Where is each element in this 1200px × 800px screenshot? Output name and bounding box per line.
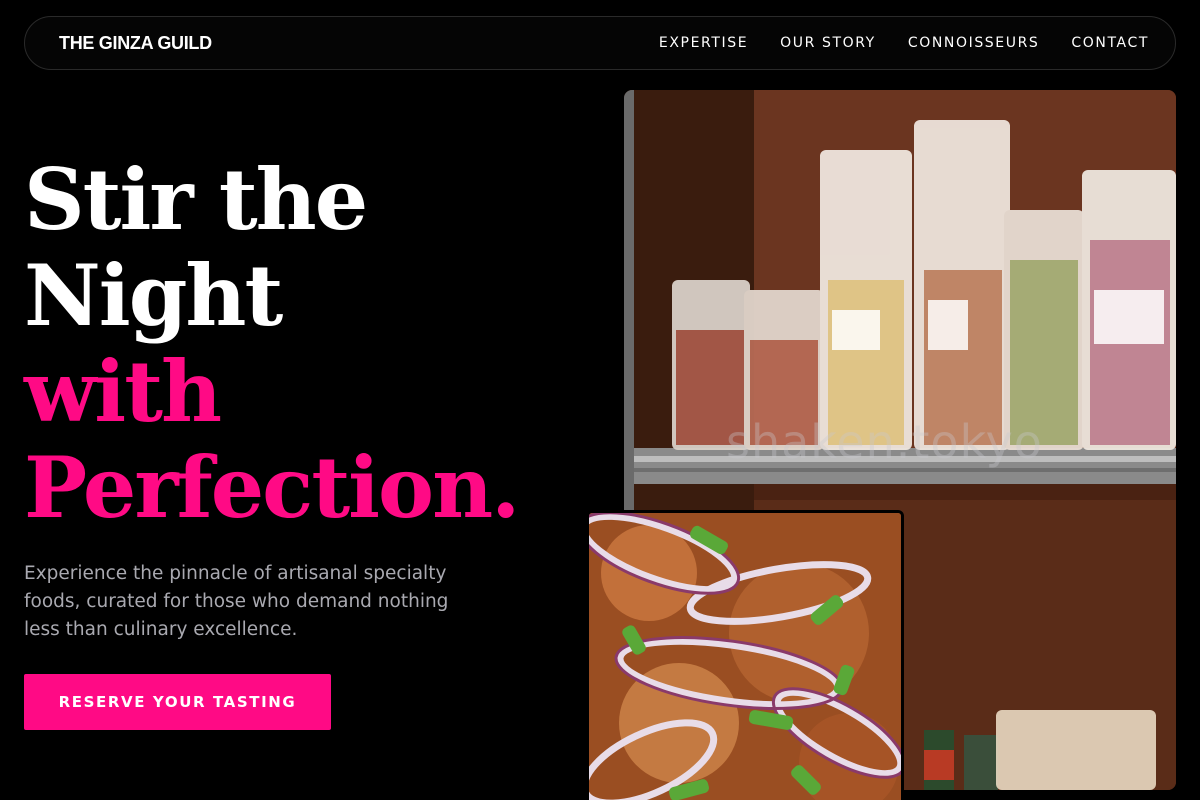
salad-illustration — [589, 513, 901, 800]
reserve-tasting-button[interactable]: RESERVE YOUR TASTING — [24, 674, 331, 730]
nav-links: EXPERTISE OUR STORY CONNOISSEURS CONTACT — [659, 35, 1149, 51]
headline-line-2: Night — [24, 246, 283, 345]
nav-item-our-story[interactable]: OUR STORY — [780, 35, 876, 51]
hero-subtext: Experience the pinnacle of artisanal spe… — [24, 563, 449, 640]
nav-item-expertise[interactable]: EXPERTISE — [659, 35, 748, 51]
headline-line-1: Stir the — [24, 150, 368, 249]
nav-item-connoisseurs[interactable]: CONNOISSEURS — [908, 35, 1040, 51]
onion-salad-photo — [586, 510, 904, 800]
brand-logo[interactable]: THE GINZA GUILD — [59, 33, 212, 54]
nav-item-contact[interactable]: CONTACT — [1071, 35, 1149, 51]
hero-headline: Stir the Night with Perfection. — [24, 152, 584, 536]
headline-line-4: Perfection. — [24, 438, 520, 537]
watermark-text: shaken.tokyo — [726, 415, 1043, 469]
top-nav: THE GINZA GUILD EXPERTISE OUR STORY CONN… — [24, 16, 1176, 70]
headline-line-3: with — [24, 342, 222, 441]
